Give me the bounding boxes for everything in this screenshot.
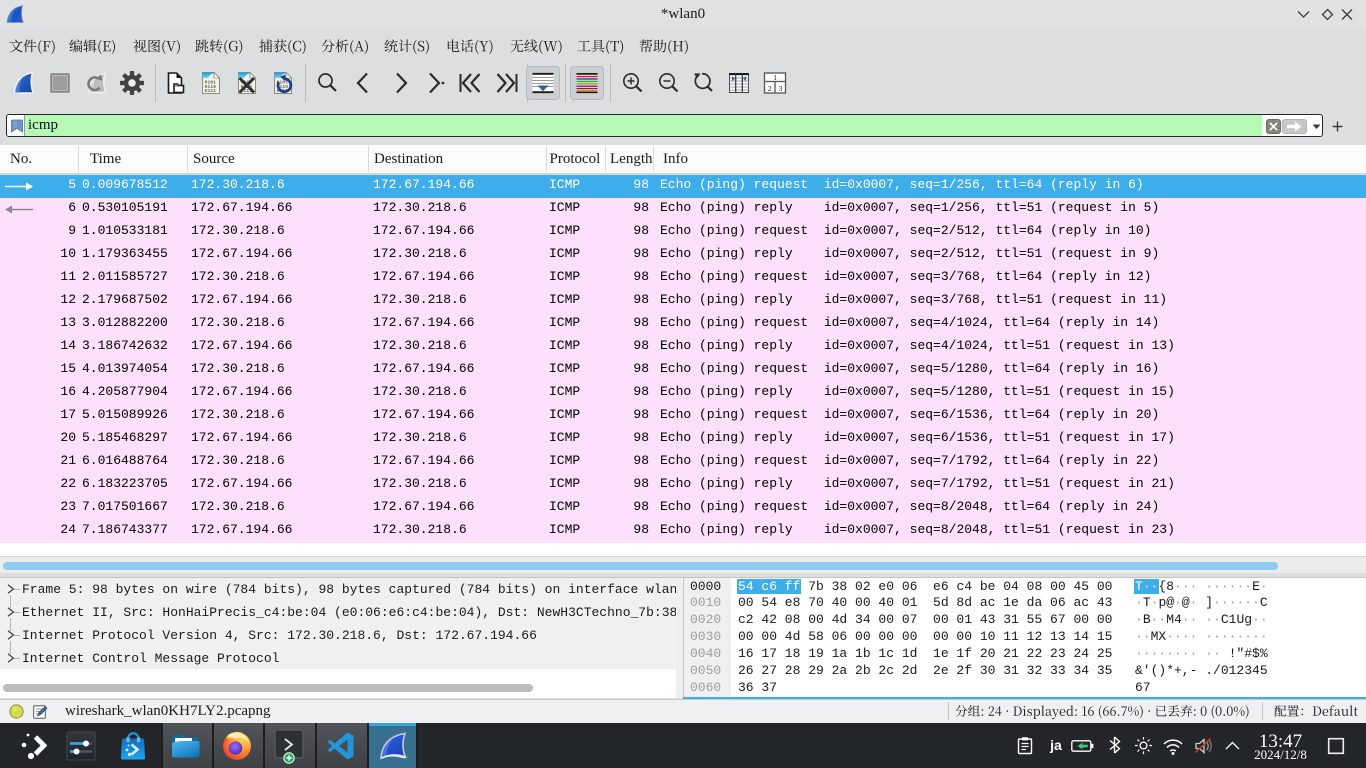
- svg-text:0111: 0111: [205, 88, 217, 94]
- svg-text:2: 2: [768, 84, 772, 93]
- svg-text:1: 1: [773, 73, 777, 82]
- svg-text:3: 3: [779, 84, 783, 93]
